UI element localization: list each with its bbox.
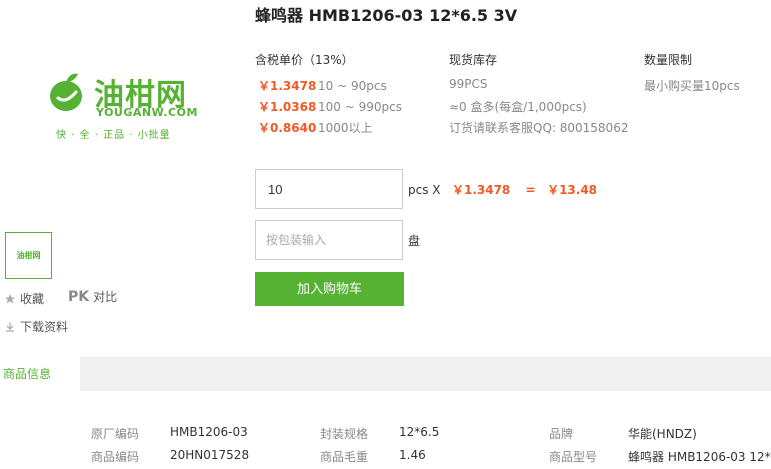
info-value: 蜂鸣器 HMB1206-03 12*6.: [628, 450, 771, 464]
calc-total: ￥13.48: [547, 183, 598, 197]
tier-range: 10 ~ 90pcs: [318, 79, 387, 93]
tier-price: ￥1.0368: [258, 100, 317, 114]
download-datasheet-button[interactable]: 下载资料: [4, 318, 68, 335]
download-icon: [6, 322, 14, 332]
add-to-cart-button[interactable]: 加入购物车: [255, 272, 404, 306]
favorite-button[interactable]: 收藏: [4, 290, 44, 307]
brand-domain: YOUGANW.COM: [96, 106, 198, 119]
stock-header: 现货库存: [449, 53, 498, 67]
tab-product-info[interactable]: 商品信息: [0, 357, 80, 391]
pk-icon: PK: [68, 288, 90, 305]
stock-contact: 订货请联系客服QQ: 800158062: [449, 121, 629, 135]
product-thumbnail[interactable]: 油柑网: [5, 232, 52, 279]
tier-price: ￥1.3478: [258, 79, 317, 93]
compare-button[interactable]: PK 对比: [68, 288, 117, 305]
info-label: 商品编码: [91, 450, 140, 464]
package-unit: 盘: [408, 234, 421, 248]
site-logo: 油柑网 YOUGANW.COM 快 · 全 · 正品 · 小批量: [40, 64, 197, 144]
price-header: 含税单价（13%）: [255, 53, 354, 67]
apple-logo-icon: [50, 73, 82, 111]
info-value: 20HN017528: [170, 448, 250, 462]
price-tier: ￥0.8640 1000以上: [258, 119, 373, 136]
stock-boxes: ≈0 盒多(每盒/1,000pcs): [449, 100, 587, 114]
info-value: 12*6.5: [399, 425, 440, 439]
product-title: 蜂鸣器 HMB1206-03 12*6.5 3V: [255, 6, 518, 25]
quantity-input[interactable]: [255, 169, 403, 209]
price-calculation: pcs X ￥1.3478 = ￥13.48: [408, 181, 597, 198]
info-label: 商品毛重: [320, 450, 369, 464]
tier-range: 1000以上: [318, 121, 373, 135]
detail-tabs: 商品信息: [0, 357, 771, 391]
compare-label: 对比: [93, 290, 118, 304]
info-value: 华能(HNDZ): [628, 427, 697, 441]
qty-unit: pcs X: [408, 183, 441, 197]
info-label: 商品型号: [549, 450, 598, 464]
brand-slogan: 快 · 全 · 正品 · 小批量: [56, 130, 171, 141]
min-purchase: 最小购买量10pcs: [644, 79, 740, 93]
info-value: 1.46: [399, 448, 426, 462]
star-icon: [5, 293, 15, 303]
package-quantity-input[interactable]: [255, 220, 403, 260]
stock-qty: 99PCS: [449, 77, 488, 91]
info-label: 品牌: [549, 427, 574, 441]
limit-header: 数量限制: [644, 53, 693, 67]
favorite-label: 收藏: [20, 292, 45, 306]
download-label: 下载资料: [20, 320, 69, 334]
info-label: 封装规格: [320, 427, 369, 441]
info-value: HMB1206-03: [170, 425, 248, 439]
info-label: 原厂编码: [91, 427, 140, 441]
price-tier: ￥1.0368 100 ~ 990pcs: [258, 98, 402, 115]
thumbnail-logo-text: 油柑网: [16, 251, 41, 260]
tier-price: ￥0.8640: [258, 121, 317, 135]
tier-range: 100 ~ 990pcs: [318, 100, 402, 114]
calc-equals: =: [525, 183, 536, 197]
price-tier: ￥1.3478 10 ~ 90pcs: [258, 77, 387, 94]
calc-unit-price: ￥1.3478: [451, 183, 511, 197]
